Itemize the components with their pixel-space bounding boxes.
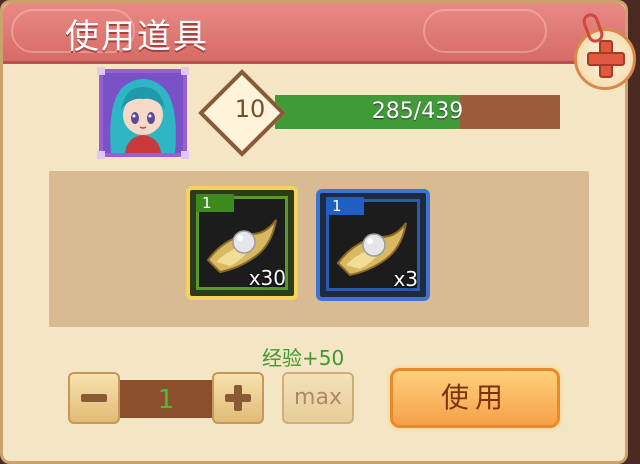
item-slot-selected[interactable]: 1 x30 [186,186,298,300]
item-level-tag: 1 [196,194,234,212]
max-quantity-button[interactable]: max [282,372,354,424]
experience-bar: 285/439 [275,95,560,129]
quantity-value[interactable]: 1 [120,380,212,418]
item-slot[interactable]: 1 x3 [316,189,430,301]
item-count: x3 [393,267,418,291]
use-item-button[interactable]: 使用 [390,368,560,428]
item-count: x30 [248,266,286,290]
item-level-tag: 1 [326,197,364,215]
avatar-corner [181,67,189,75]
chibi-girl-portrait-icon [103,73,183,153]
experience-reward-text: 经验+50 [262,346,345,370]
close-button[interactable] [574,28,636,90]
increase-quantity-button[interactable] [212,372,264,424]
experience-value: 285/439 [371,99,464,124]
dialog-title: 使用道具 [65,17,209,57]
dialog-title-bar: 使用道具 [3,3,625,64]
hero-avatar[interactable] [97,67,189,159]
minus-icon [81,394,107,402]
avatar-corner [97,151,105,159]
hero-level: 10 [234,95,266,123]
decrease-quantity-button[interactable] [68,372,120,424]
avatar-corner [181,151,189,159]
title-decoration [423,9,547,53]
avatar-corner [97,67,105,75]
close-icon [587,40,625,78]
